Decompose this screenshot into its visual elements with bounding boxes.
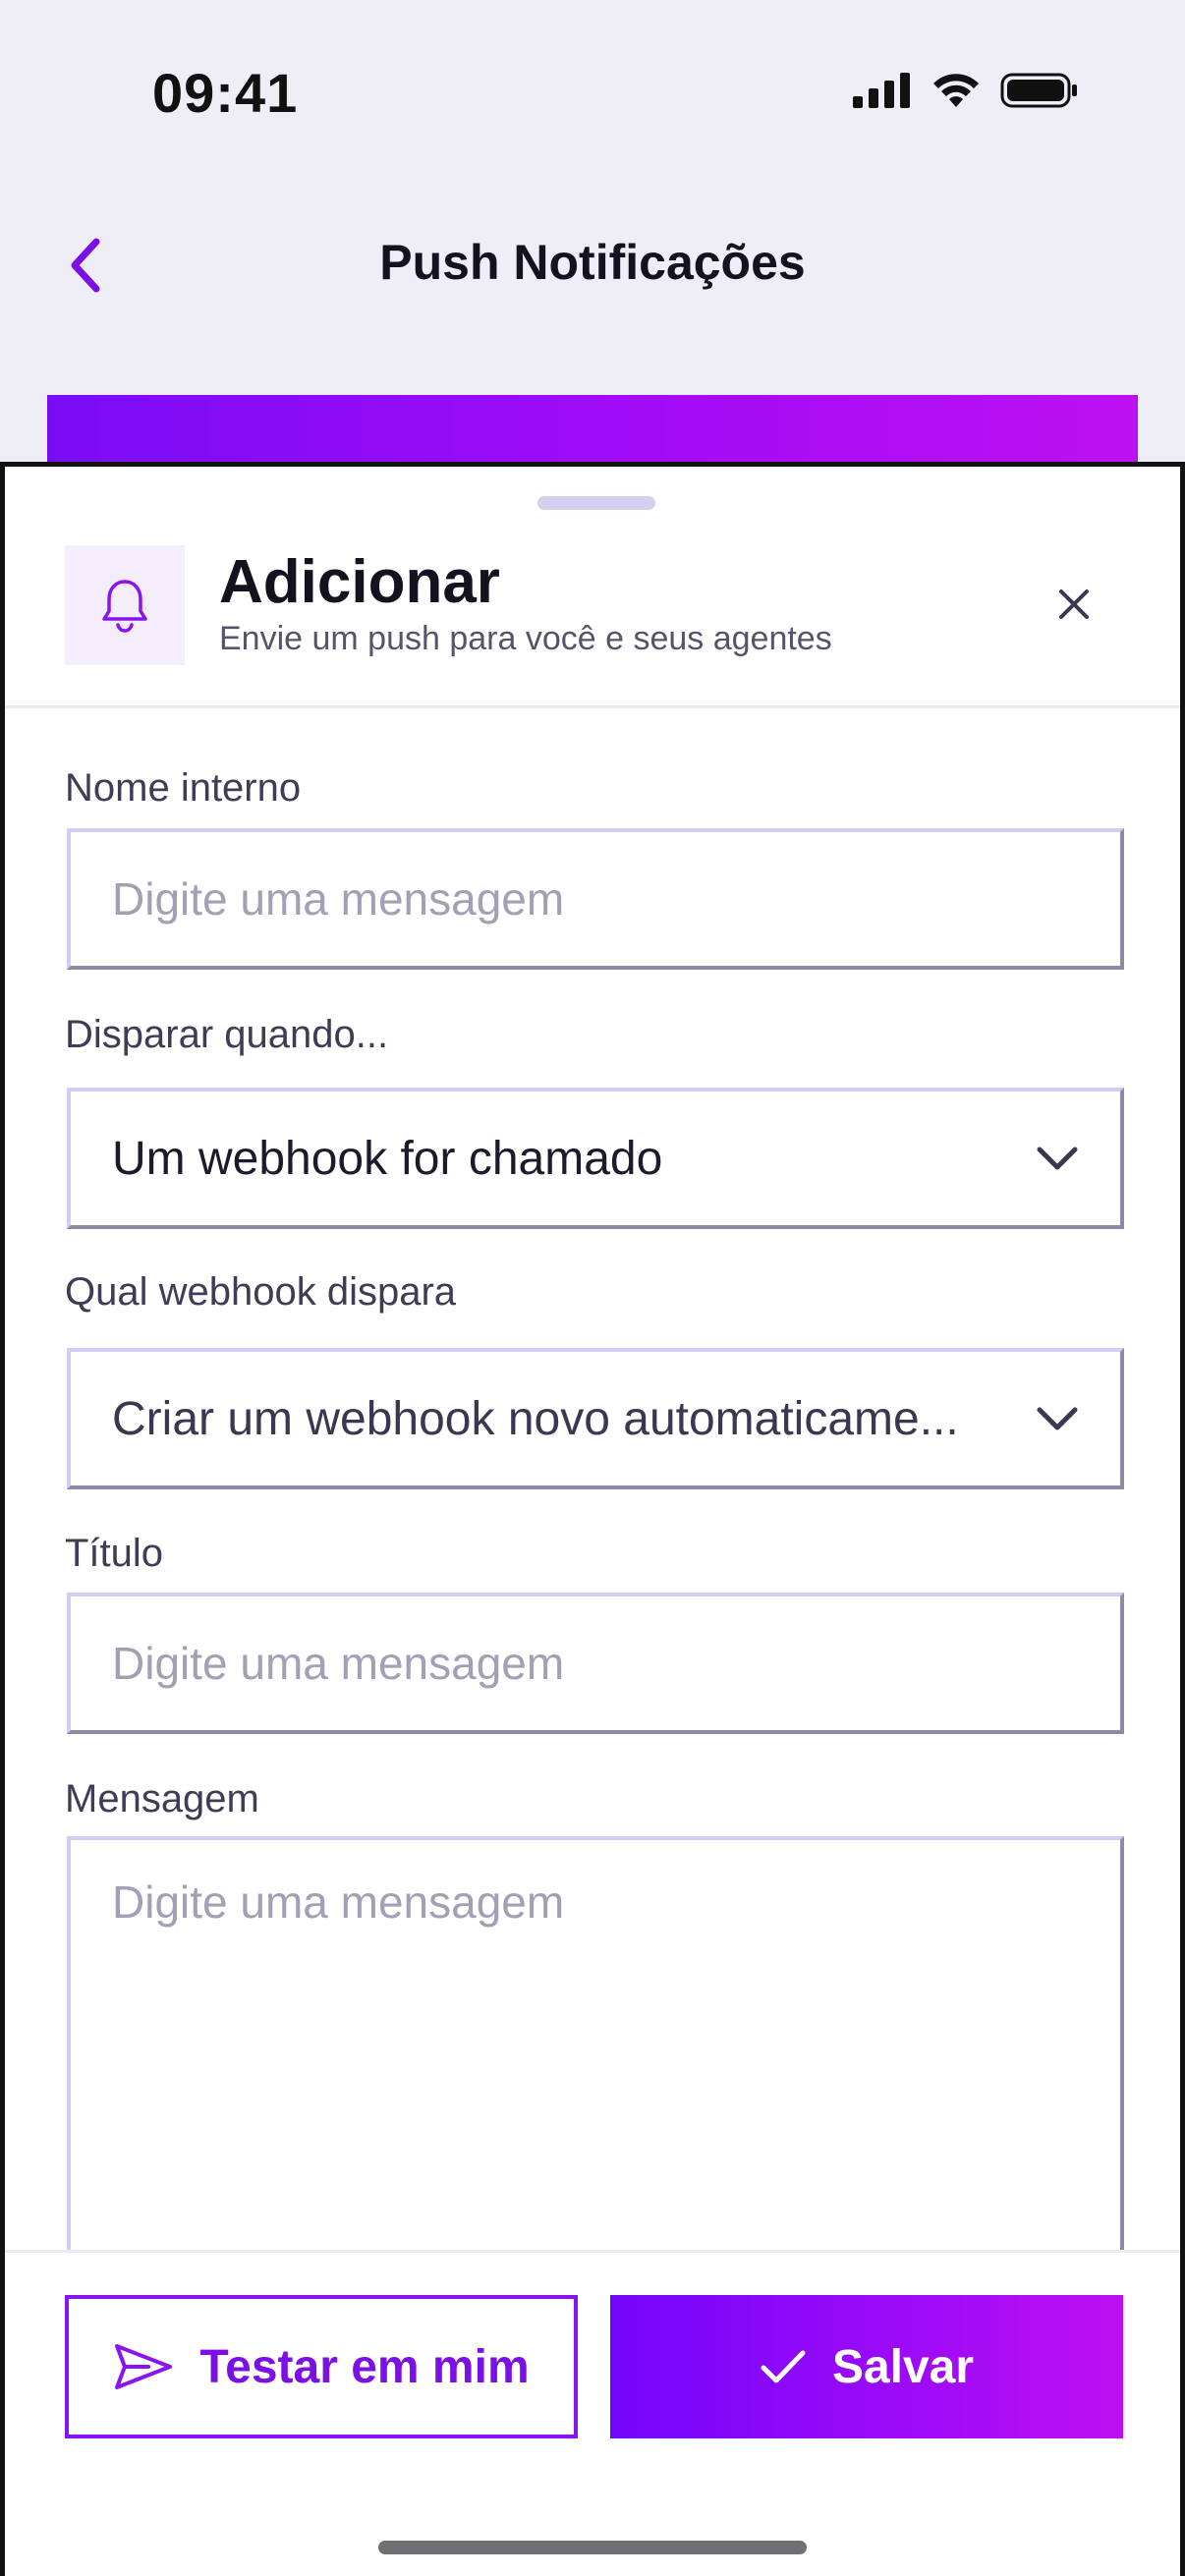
webhook-value: Criar um webhook novo automaticame... bbox=[112, 1392, 959, 1445]
status-bar: 09:41 bbox=[0, 0, 1185, 196]
page-title: Push Notificações bbox=[379, 235, 806, 290]
sheet-header: Adicionar Envie um push para você e seus… bbox=[5, 467, 1180, 708]
nome-interno-label: Nome interno bbox=[65, 766, 302, 810]
webhook-label: Qual webhook dispara bbox=[65, 1270, 457, 1314]
sheet-title: Adicionar bbox=[219, 548, 500, 616]
status-icons bbox=[853, 71, 1079, 110]
mensagem-textarea[interactable] bbox=[71, 1840, 1120, 2265]
battery-icon bbox=[1000, 73, 1077, 108]
sheet-footer: Testar em mim Salvar bbox=[5, 2250, 1180, 2576]
cellular-signal-icon bbox=[853, 73, 910, 108]
webhook-select[interactable]: Criar um webhook novo automaticame... bbox=[67, 1348, 1124, 1489]
send-icon bbox=[115, 2344, 173, 2389]
save-label: Salvar bbox=[831, 2340, 975, 2393]
nome-interno-field[interactable] bbox=[67, 828, 1124, 970]
chevron-down-icon bbox=[1037, 1147, 1078, 1170]
sheet-subtitle: Envie um push para você e seus agentes bbox=[219, 620, 832, 657]
nome-interno-input[interactable] bbox=[71, 832, 1120, 966]
mensagem-label: Mensagem bbox=[65, 1777, 259, 1820]
test-on-me-label: Testar em mim bbox=[199, 2340, 530, 2393]
close-button[interactable] bbox=[1044, 575, 1103, 634]
disparar-select[interactable]: Um webhook for chamado bbox=[67, 1088, 1124, 1229]
titulo-field[interactable] bbox=[67, 1593, 1124, 1734]
close-icon bbox=[1059, 589, 1089, 619]
home-indicator bbox=[378, 2541, 807, 2554]
check-icon bbox=[761, 2350, 806, 2383]
header-icon-box bbox=[65, 545, 185, 665]
chevron-down-icon bbox=[1037, 1407, 1078, 1430]
disparar-label: Disparar quando... bbox=[65, 1013, 389, 1056]
disparar-value: Um webhook for chamado bbox=[112, 1132, 663, 1185]
wifi-icon bbox=[933, 74, 979, 107]
save-button[interactable]: Salvar bbox=[610, 2295, 1123, 2438]
titulo-input[interactable] bbox=[71, 1596, 1120, 1730]
bell-icon bbox=[102, 580, 147, 633]
screen: 09:41 Push Notificações Adicionar Envie … bbox=[0, 0, 1185, 2576]
mensagem-field[interactable] bbox=[67, 1836, 1124, 2268]
test-on-me-button[interactable]: Testar em mim bbox=[65, 2295, 578, 2438]
titulo-label: Título bbox=[65, 1532, 164, 1575]
bottom-sheet: Adicionar Envie um push para você e seus… bbox=[0, 462, 1185, 2576]
status-time: 09:41 bbox=[152, 62, 299, 124]
